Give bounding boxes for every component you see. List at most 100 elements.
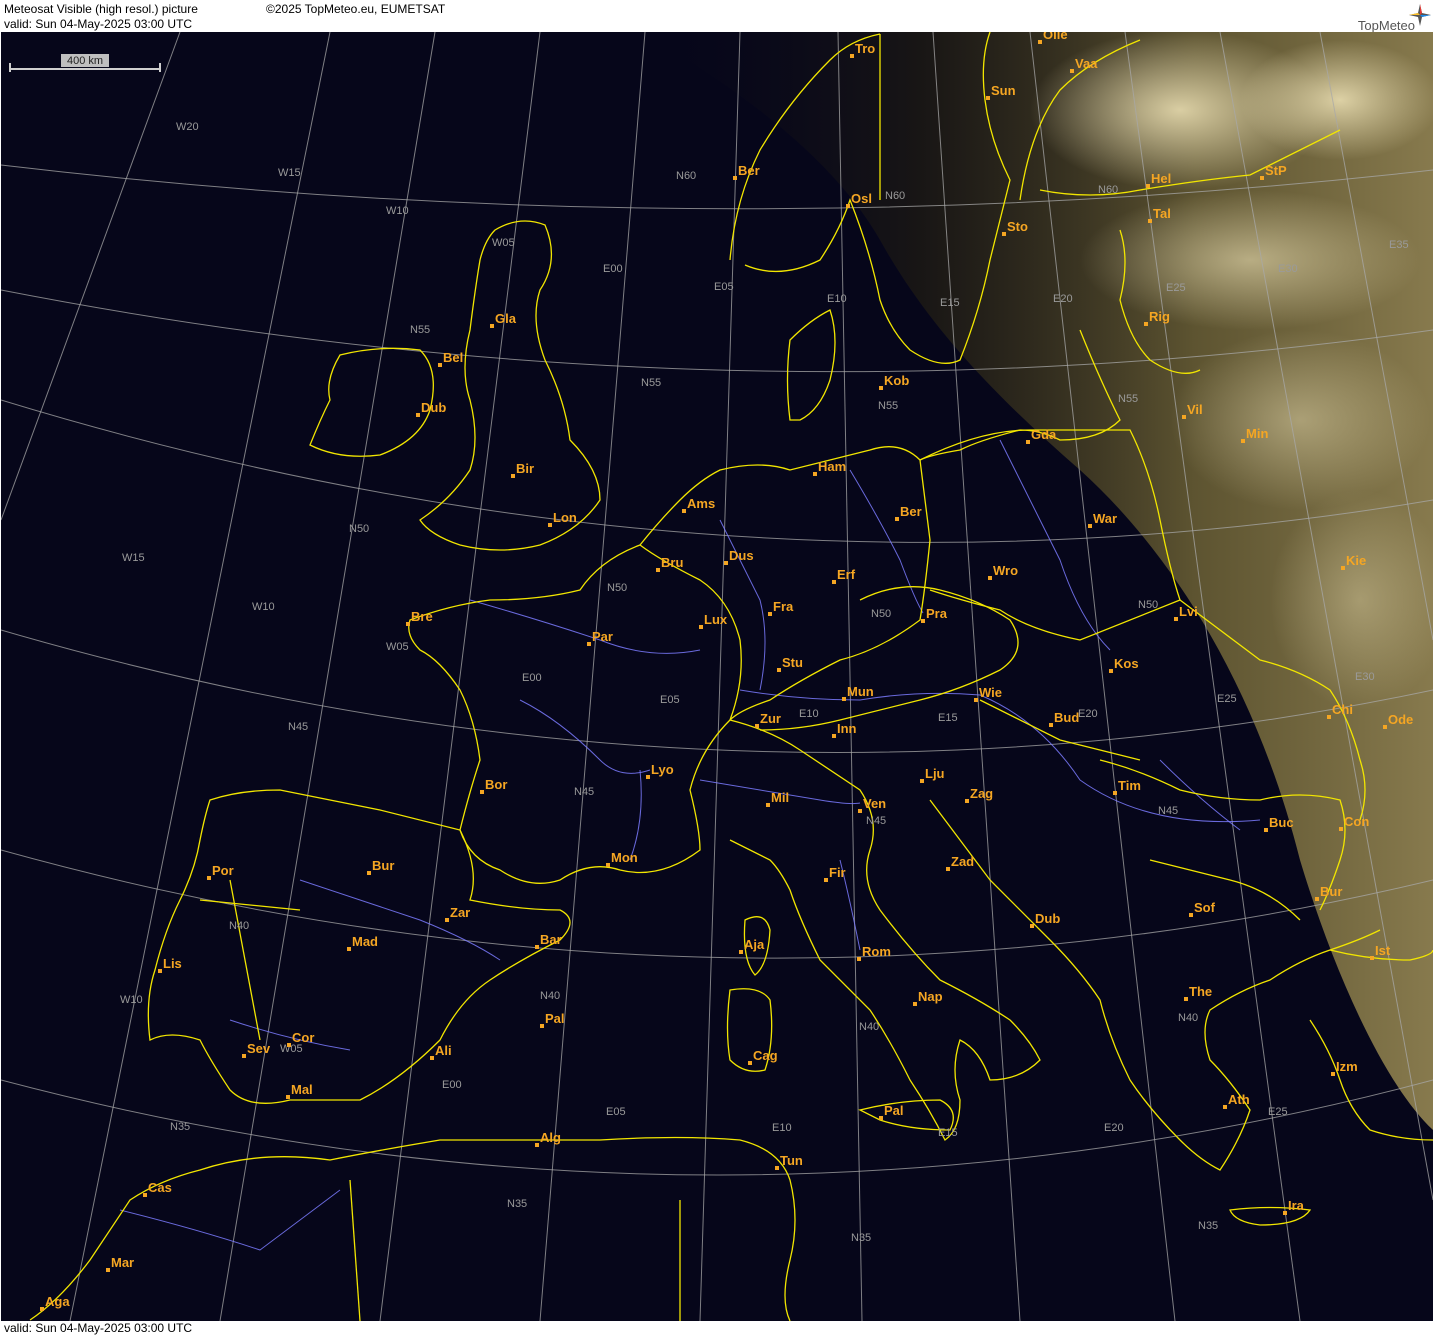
brand-logo-text[interactable]: TopMeteo [1358,19,1415,33]
city-marker[interactable]: Cor [287,1030,314,1047]
city-marker[interactable]: Wie [974,685,1002,702]
city-marker[interactable]: Gla [490,311,517,328]
city-marker[interactable]: Zad [946,854,974,871]
city-dot [1241,439,1245,443]
city-dot [858,809,862,813]
city-marker[interactable]: Lju [920,766,945,783]
city-marker[interactable]: Lvi [1174,604,1198,621]
city-marker[interactable]: Ode [1383,712,1413,729]
city-marker[interactable]: Sof [1189,900,1216,917]
city-marker[interactable]: Ham [813,459,846,476]
city-marker[interactable]: War [1088,511,1117,528]
city-marker[interactable]: Bel [438,350,463,367]
city-marker[interactable]: Fir [824,865,846,882]
city-marker[interactable]: Erf [832,567,856,584]
city-marker[interactable]: Alg [535,1130,561,1147]
city-marker[interactable]: Sev [242,1041,271,1058]
city-marker[interactable]: Bur [367,858,394,875]
satellite-map[interactable]: 400 km W20 W15 W10 W05 E00 E05 E10 E15 E20 E25 E30… [1,32,1433,1321]
city-marker[interactable]: Aja [739,937,765,954]
grid-label: N55 [410,324,430,336]
city-label: Kie [1346,553,1366,568]
city-dot [1283,1211,1287,1215]
city-label: Tal [1153,206,1171,221]
city-label: Gla [495,311,517,326]
city-marker[interactable]: Inn [832,721,857,738]
city-marker[interactable]: Dub [416,400,446,417]
city-marker[interactable]: Nap [913,989,943,1006]
city-marker[interactable]: Kos [1109,656,1139,673]
city-label: Mon [611,850,638,865]
city-marker[interactable]: Mal [286,1082,313,1099]
city-dot [1174,617,1178,621]
city-marker[interactable]: StP [1260,163,1287,180]
city-marker[interactable]: Dub [1030,911,1060,928]
city-marker[interactable]: Lux [699,612,728,629]
city-marker[interactable]: Ber [895,504,922,521]
city-marker[interactable]: Lis [158,956,182,973]
city-marker[interactable]: The [1184,984,1212,1001]
city-label: Ven [863,796,886,811]
city-marker[interactable]: Cag [748,1048,778,1065]
city-marker[interactable]: Sun [986,83,1016,100]
grid-label: W15 [278,167,301,179]
grid-label: E30 [1355,671,1375,683]
city-dot [1327,715,1331,719]
city-marker[interactable]: Vaa [1070,56,1098,73]
city-marker[interactable]: Bru [656,555,683,572]
city-marker[interactable]: Wro [988,563,1018,580]
city-marker[interactable]: Con [1339,814,1369,831]
city-marker[interactable]: Mad [347,934,378,951]
city-marker[interactable]: Zag [965,786,993,803]
city-marker[interactable]: Ali [430,1043,452,1060]
city-marker[interactable]: Dus [724,548,754,565]
city-dot [739,950,743,954]
city-marker[interactable]: Bre [406,609,433,626]
city-marker[interactable]: Bar [535,932,562,949]
city-label: Mad [352,934,378,949]
grid-label: W10 [386,205,409,217]
city-marker[interactable]: Aga [40,1294,70,1311]
grid-label: N50 [349,523,369,535]
city-marker[interactable]: Ber [733,163,760,180]
city-marker[interactable]: Zur [755,711,781,728]
city-marker[interactable]: Rom [857,944,891,961]
city-marker[interactable]: Tun [775,1153,803,1170]
city-marker[interactable]: Fra [768,599,794,616]
city-marker[interactable]: Kob [879,373,909,390]
city-marker[interactable]: Bud [1049,710,1079,727]
city-marker[interactable]: Ams [682,496,715,513]
grid-label: E25 [1217,693,1237,705]
city-marker[interactable]: Zar [445,905,470,922]
city-label: Olle [1043,32,1068,42]
grid-label: N35 [1198,1220,1218,1232]
city-marker[interactable]: Tim [1113,778,1141,795]
city-label: Stu [782,655,803,670]
city-marker[interactable]: Mon [606,850,638,867]
city-marker[interactable]: Mun [842,684,874,701]
city-marker[interactable]: Lon [548,510,577,527]
city-marker[interactable]: Bir [511,461,534,478]
city-marker[interactable]: Ven [858,796,886,813]
city-dot [1184,997,1188,1001]
city-marker[interactable]: Gda [1026,427,1057,444]
city-marker[interactable]: Buc [1264,815,1294,832]
city-marker[interactable]: Min [1241,426,1268,443]
grid-label: N35 [851,1232,871,1244]
city-marker[interactable]: Bur [1315,884,1342,901]
city-marker[interactable]: Pra [921,606,948,623]
city-marker[interactable]: Cas [143,1180,172,1197]
city-dot [1109,669,1113,673]
city-marker[interactable]: Mar [106,1255,134,1272]
city-label: Lon [553,510,577,525]
city-marker[interactable]: Stu [777,655,803,672]
valid-time: valid: Sun 04-May-2025 03:00 UTC [4,17,193,31]
city-marker[interactable]: Bor [480,777,507,794]
city-marker[interactable]: Ath [1223,1092,1250,1109]
city-marker[interactable]: Mil [766,790,789,807]
city-marker[interactable]: Por [207,863,234,880]
city-dot [895,517,899,521]
city-marker[interactable]: Pal [540,1011,565,1028]
city-marker[interactable]: Ira [1283,1198,1305,1215]
city-marker[interactable]: Lyo [646,762,674,779]
